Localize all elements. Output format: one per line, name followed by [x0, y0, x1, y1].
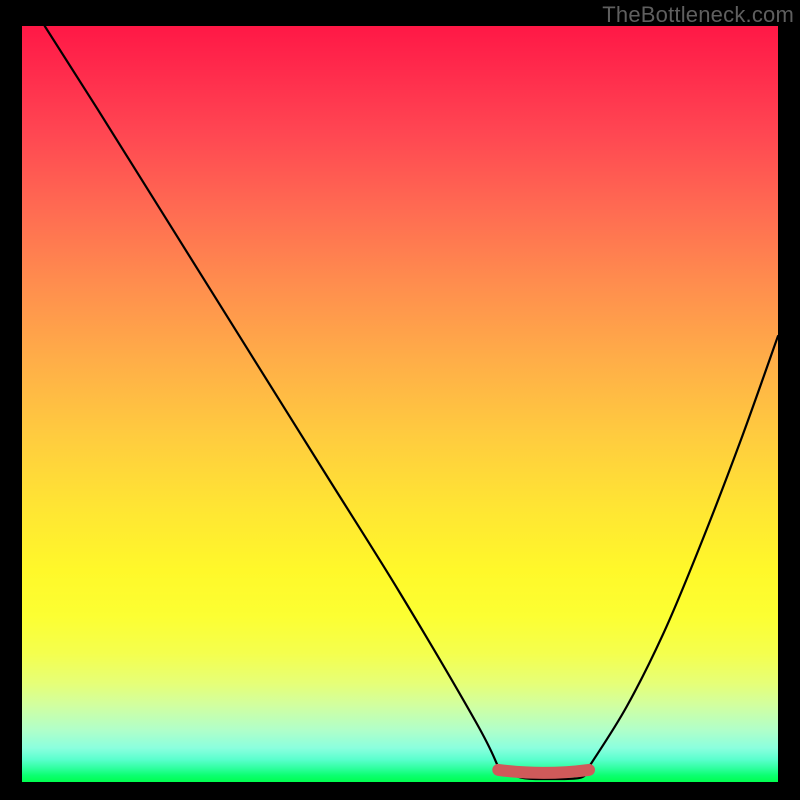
- watermark-text: TheBottleneck.com: [602, 2, 794, 28]
- chart-frame: TheBottleneck.com: [0, 0, 800, 800]
- plot-area: [22, 26, 778, 782]
- sweet-spot-marker: [498, 770, 589, 773]
- curve-left-arm: [45, 26, 499, 767]
- curve-right-arm: [589, 336, 778, 767]
- chart-svg: [22, 26, 778, 782]
